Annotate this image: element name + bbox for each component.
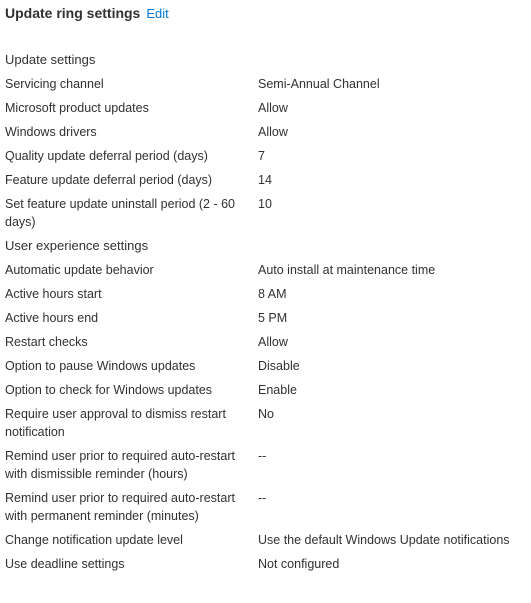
setting-value: Use the default Windows Update notificat… [258,533,510,547]
setting-label: Change notification update level [5,533,183,547]
section-header-user-experience-settings: User experience settings [5,238,149,253]
setting-value: Allow [258,335,288,349]
setting-label: Require user approval to dismiss restart… [5,407,226,439]
setting-row: Active hours start 8 AM [5,282,531,306]
setting-value: Auto install at maintenance time [258,263,436,277]
setting-value: 14 [258,173,272,187]
setting-label: Windows drivers [5,125,97,139]
setting-value: Enable [258,383,297,397]
setting-row: Change notification update level Use the… [5,528,531,552]
setting-value: 5 PM [258,311,288,325]
setting-row: Microsoft product updates Allow [5,96,531,120]
setting-label: Microsoft product updates [5,101,149,115]
setting-row: Restart checks Allow [5,330,531,354]
setting-row: Remind user prior to required auto-resta… [5,444,531,486]
setting-value: 10 [258,197,272,211]
setting-value: -- [258,449,267,463]
setting-label: Active hours start [5,287,102,301]
setting-row: Option to pause Windows updates Disable [5,354,531,378]
setting-label: Servicing channel [5,77,104,91]
setting-row: Windows drivers Allow [5,120,531,144]
page-title: Update ring settings [5,5,141,21]
setting-label: Active hours end [5,311,99,325]
setting-value: Not configured [258,557,340,571]
setting-value: 8 AM [258,287,287,301]
setting-label: Option to pause Windows updates [5,359,196,373]
setting-row: Servicing channel Semi-Annual Channel [5,72,531,96]
setting-label: Remind user prior to required auto-resta… [5,449,235,481]
section-header-update-settings: Update settings [5,52,96,67]
setting-value: Allow [258,125,288,139]
setting-label: Quality update deferral period (days) [5,149,208,163]
setting-label: Option to check for Windows updates [5,383,213,397]
setting-value: Disable [258,359,300,373]
setting-row: Active hours end 5 PM [5,306,531,330]
setting-label: Feature update deferral period (days) [5,173,213,187]
setting-row: Automatic update behavior Auto install a… [5,258,531,282]
setting-value: Semi-Annual Channel [258,77,380,91]
setting-row: Option to check for Windows updates Enab… [5,378,531,402]
setting-row: Quality update deferral period (days) 7 [5,144,531,168]
setting-row: Set feature update uninstall period (2 -… [5,192,531,234]
setting-value: -- [258,491,267,505]
page-header: Update ring settings Edit [5,5,169,25]
setting-label: Automatic update behavior [5,263,154,277]
setting-row: Feature update deferral period (days) 14 [5,168,531,192]
setting-label: Use deadline settings [5,557,125,571]
setting-value: No [258,407,274,421]
settings-list: Update settings Servicing channel Semi-A… [5,48,531,576]
edit-link[interactable]: Edit [146,6,168,21]
setting-value: Allow [258,101,288,115]
setting-row: Remind user prior to required auto-resta… [5,486,531,528]
setting-row: Use deadline settings Not configured [5,552,531,576]
setting-label: Remind user prior to required auto-resta… [5,491,235,523]
setting-value: 7 [258,149,265,163]
setting-label: Restart checks [5,335,88,349]
setting-label: Set feature update uninstall period (2 -… [5,197,236,229]
setting-row: Require user approval to dismiss restart… [5,402,531,444]
